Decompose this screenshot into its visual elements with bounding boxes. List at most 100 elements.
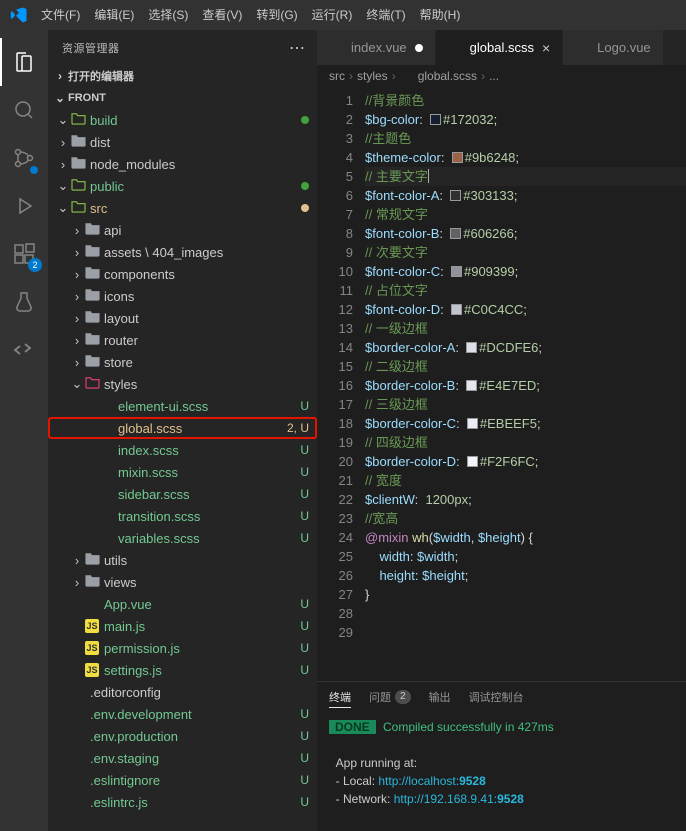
activity-scm[interactable] <box>0 134 48 182</box>
breadcrumbs[interactable]: src›styles›sglobal.scss›... <box>317 65 686 87</box>
tab-label: global.scss <box>470 40 534 55</box>
menu-item[interactable]: 编辑(E) <box>87 8 141 22</box>
tree-file[interactable]: stransition.scssU <box>48 505 317 527</box>
color-swatch-icon <box>451 304 462 315</box>
tree-file[interactable]: sindex.scssU <box>48 439 317 461</box>
tree-folder[interactable]: ›dist <box>48 131 317 153</box>
tree-folder[interactable]: ⌄src <box>48 197 317 219</box>
menu-item[interactable]: 查看(V) <box>195 8 249 22</box>
tree-folder[interactable]: ⌄public <box>48 175 317 197</box>
tree-file[interactable]: ssidebar.scssU <box>48 483 317 505</box>
chevron-right-icon: › <box>56 157 70 172</box>
compile-msg: Compiled successfully in 427ms <box>380 720 554 734</box>
breadcrumb-item[interactable]: src <box>329 69 345 83</box>
tab-label: index.vue <box>351 40 407 55</box>
tree-file[interactable]: .env.developmentU <box>48 703 317 725</box>
activity-extensions[interactable]: 2 <box>0 230 48 278</box>
breadcrumb-item[interactable]: styles <box>357 69 388 83</box>
tree-file[interactable]: JSsettings.jsU <box>48 659 317 681</box>
tree-file[interactable]: JSpermission.jsU <box>48 637 317 659</box>
tree-file[interactable]: sglobal.scss2, U <box>48 417 317 439</box>
tree-folder[interactable]: ›store <box>48 351 317 373</box>
git-status-badge: U <box>300 641 309 655</box>
menu-item[interactable]: 文件(F) <box>34 8 87 22</box>
bottom-panel: 终端 问题2 输出 调试控制台 DONE Compiled successfully … <box>317 681 686 831</box>
panel-tab[interactable]: 输出 <box>429 689 451 705</box>
section-workspace[interactable]: ⌄ FRONT <box>48 87 317 109</box>
tree-folder[interactable]: ›utils <box>48 549 317 571</box>
chevron-right-icon: › <box>70 355 84 370</box>
tree-file[interactable]: .eslintrc.jsU <box>48 791 317 813</box>
editor-tab[interactable]: index.vue <box>317 30 436 65</box>
panel-tab[interactable]: 调试控制台 <box>469 689 524 705</box>
network-port: 9528 <box>497 792 524 806</box>
chevron-right-icon: › <box>481 69 485 83</box>
menu-item[interactable]: 帮助(H) <box>413 8 468 22</box>
tree-file[interactable]: selement-ui.scssU <box>48 395 317 417</box>
git-status-dot <box>301 116 309 124</box>
tree-label: .env.production <box>90 729 296 744</box>
tree-file[interactable]: .env.productionU <box>48 725 317 747</box>
activity-search[interactable] <box>0 86 48 134</box>
menu-item[interactable]: 转到(G) <box>249 8 304 22</box>
tree-folder[interactable]: ›views <box>48 571 317 593</box>
code-editor[interactable]: 1234567891011121314151617181920212223242… <box>317 87 686 681</box>
editor-tabs: index.vuesglobal.scss×Logo.vue <box>317 30 686 65</box>
tree-file[interactable]: JSmain.jsU <box>48 615 317 637</box>
activity-bar: 2 <box>0 30 48 831</box>
tree-folder[interactable]: ⌄styles <box>48 373 317 395</box>
git-status-badge: 2, U <box>287 421 309 435</box>
panel-tabs: 终端 问题2 输出 调试控制台 <box>317 682 686 712</box>
color-swatch-icon <box>450 190 461 201</box>
tree-file[interactable]: App.vueU <box>48 593 317 615</box>
tree-label: global.scss <box>118 421 283 436</box>
tree-file[interactable]: svariables.scssU <box>48 527 317 549</box>
chevron-right-icon: › <box>56 135 70 150</box>
menu-item[interactable]: 选择(S) <box>141 8 195 22</box>
chevron-right-icon: › <box>52 69 68 83</box>
menu-item[interactable]: 运行(R) <box>305 8 360 22</box>
close-icon[interactable]: × <box>542 40 550 56</box>
tree-folder[interactable]: ›layout <box>48 307 317 329</box>
folder-icon <box>85 266 100 282</box>
color-swatch-icon <box>450 228 461 239</box>
activity-explorer[interactable] <box>0 38 48 86</box>
activity-debug[interactable] <box>0 182 48 230</box>
section-open-editors[interactable]: › 打开的编辑器 <box>48 65 317 87</box>
activity-remote[interactable] <box>0 326 48 374</box>
network-url: http://192.168.9.41: <box>394 792 497 806</box>
tree-file[interactable]: .eslintignoreU <box>48 769 317 791</box>
tree-folder[interactable]: ›components <box>48 263 317 285</box>
chevron-right-icon: › <box>70 553 84 568</box>
code-text[interactable]: //背景颜色$bg-color: #172032;//主题色$theme-col… <box>365 87 686 681</box>
tree-folder[interactable]: ›assets \ 404_images <box>48 241 317 263</box>
panel-tab[interactable]: 终端 <box>329 689 351 708</box>
panel-tab[interactable]: 问题2 <box>369 689 411 705</box>
tree-file[interactable]: .editorconfig <box>48 681 317 703</box>
git-status-badge: U <box>300 399 309 413</box>
tree-file[interactable]: .env.stagingU <box>48 747 317 769</box>
terminal-output[interactable]: DONE Compiled successfully in 427ms App … <box>317 712 686 831</box>
menu-item[interactable]: 终端(T) <box>359 8 412 22</box>
tree-label: variables.scss <box>118 531 296 546</box>
editor-tab[interactable]: Logo.vue <box>563 30 664 65</box>
more-actions-icon[interactable]: ⋯ <box>285 38 309 58</box>
tree-folder[interactable]: ›icons <box>48 285 317 307</box>
breadcrumb-item[interactable]: ... <box>489 69 499 83</box>
tree-folder[interactable]: ›node_modules <box>48 153 317 175</box>
app-running: App running at: <box>336 756 417 770</box>
tree-folder[interactable]: ›api <box>48 219 317 241</box>
file-tree[interactable]: ⌄build›dist›node_modules⌄public⌄src›api›… <box>48 109 317 831</box>
tree-file[interactable]: smixin.scssU <box>48 461 317 483</box>
js-icon: JS <box>85 641 99 655</box>
sidebar-title: 资源管理器 <box>62 40 285 56</box>
git-status-badge: U <box>300 597 309 611</box>
breadcrumb-item[interactable]: global.scss <box>418 69 477 83</box>
tree-folder[interactable]: ⌄build <box>48 109 317 131</box>
tree-folder[interactable]: ›router <box>48 329 317 351</box>
editor-tab[interactable]: sglobal.scss× <box>436 30 564 65</box>
git-status-badge: U <box>300 619 309 633</box>
folder-icon <box>71 200 86 216</box>
activity-testing[interactable] <box>0 278 48 326</box>
local-url: http://localhost: <box>378 774 459 788</box>
